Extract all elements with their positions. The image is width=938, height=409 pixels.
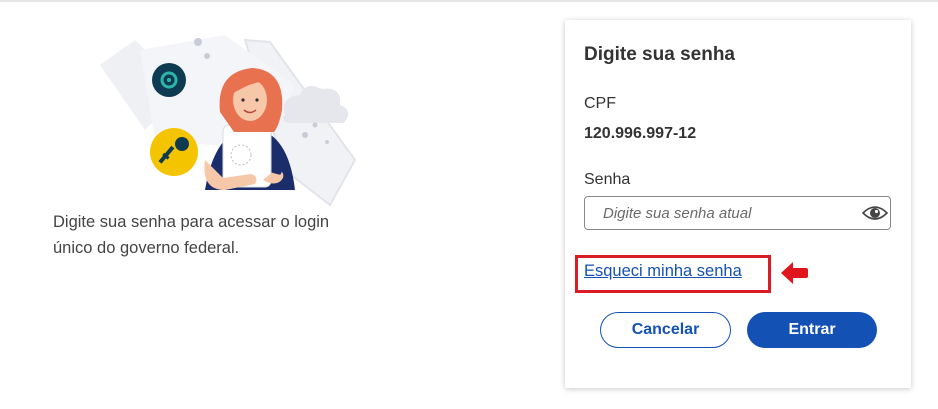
- dot: [325, 140, 329, 144]
- dot: [312, 122, 318, 128]
- cpf-value: 120.996.997-12: [584, 125, 697, 142]
- eye-icon[interactable]: [862, 204, 888, 222]
- login-card: Digite sua senha CPF 120.996.997-12 Senh…: [565, 20, 911, 388]
- password-input[interactable]: [585, 197, 863, 229]
- key-badge-icon: [150, 128, 198, 176]
- intro-line-2: único do governo federal.: [53, 239, 240, 257]
- password-field: [584, 196, 891, 230]
- dot: [302, 132, 308, 138]
- cpf-label: CPF: [584, 95, 616, 112]
- dot: [194, 38, 202, 46]
- eye-badge-icon: [152, 63, 186, 97]
- cancel-button[interactable]: Cancelar: [600, 312, 731, 348]
- intro-text: Digite sua senha para acessar o login ún…: [53, 209, 383, 261]
- left-arrow-icon: [781, 262, 808, 284]
- intro-line-1: Digite sua senha para acessar o login: [53, 213, 330, 231]
- card-title: Digite sua senha: [584, 44, 735, 65]
- password-label: Senha: [584, 171, 631, 188]
- top-divider: [0, 0, 938, 2]
- forgot-password-link[interactable]: Esqueci minha senha: [584, 262, 742, 281]
- login-illustration: [100, 35, 357, 207]
- enter-button[interactable]: Entrar: [747, 312, 877, 348]
- dot: [204, 53, 210, 59]
